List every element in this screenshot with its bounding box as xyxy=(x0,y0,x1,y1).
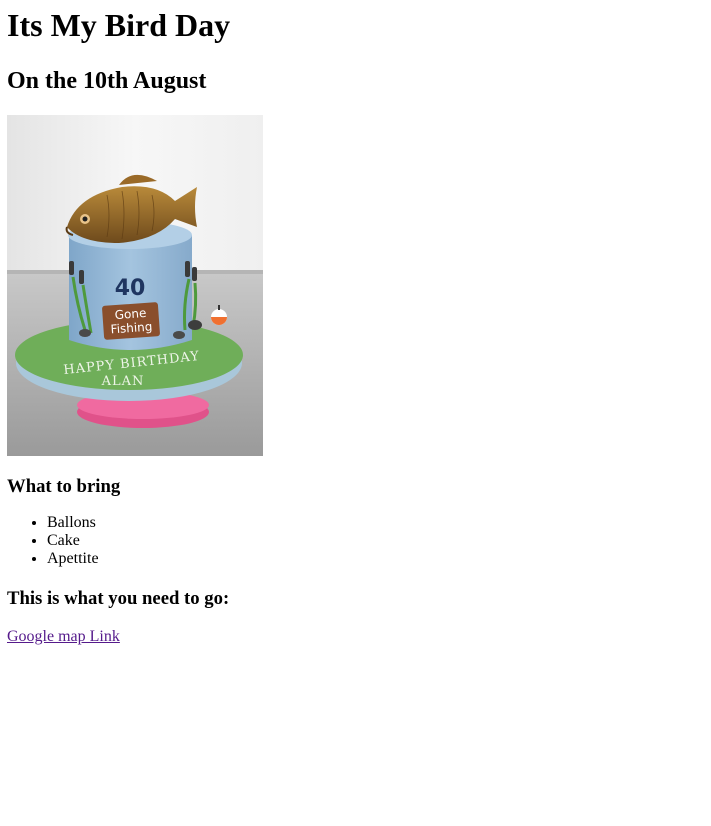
list-item: Cake xyxy=(47,532,704,550)
birthday-cake-photo: 40 Gone Fishing HAPPY BIRTHDAY ALAN xyxy=(7,115,263,456)
page-title: Its My Bird Day xyxy=(7,7,231,43)
sign-line2: Fishing xyxy=(110,320,153,337)
banner-line2: ALAN xyxy=(101,374,145,389)
cake-number: 40 xyxy=(115,276,146,301)
bring-list: Ballons Cake Apettite xyxy=(7,514,704,568)
page-subtitle: On the 10th August xyxy=(7,68,207,94)
google-map-link[interactable]: Google map Link xyxy=(7,628,120,645)
directions-heading: This is what you need to go: xyxy=(7,588,230,609)
list-item: Ballons xyxy=(47,514,704,532)
link-paragraph: Google map Link xyxy=(7,628,704,646)
bring-heading: What to bring xyxy=(7,476,121,497)
list-item: Apettite xyxy=(47,550,704,568)
